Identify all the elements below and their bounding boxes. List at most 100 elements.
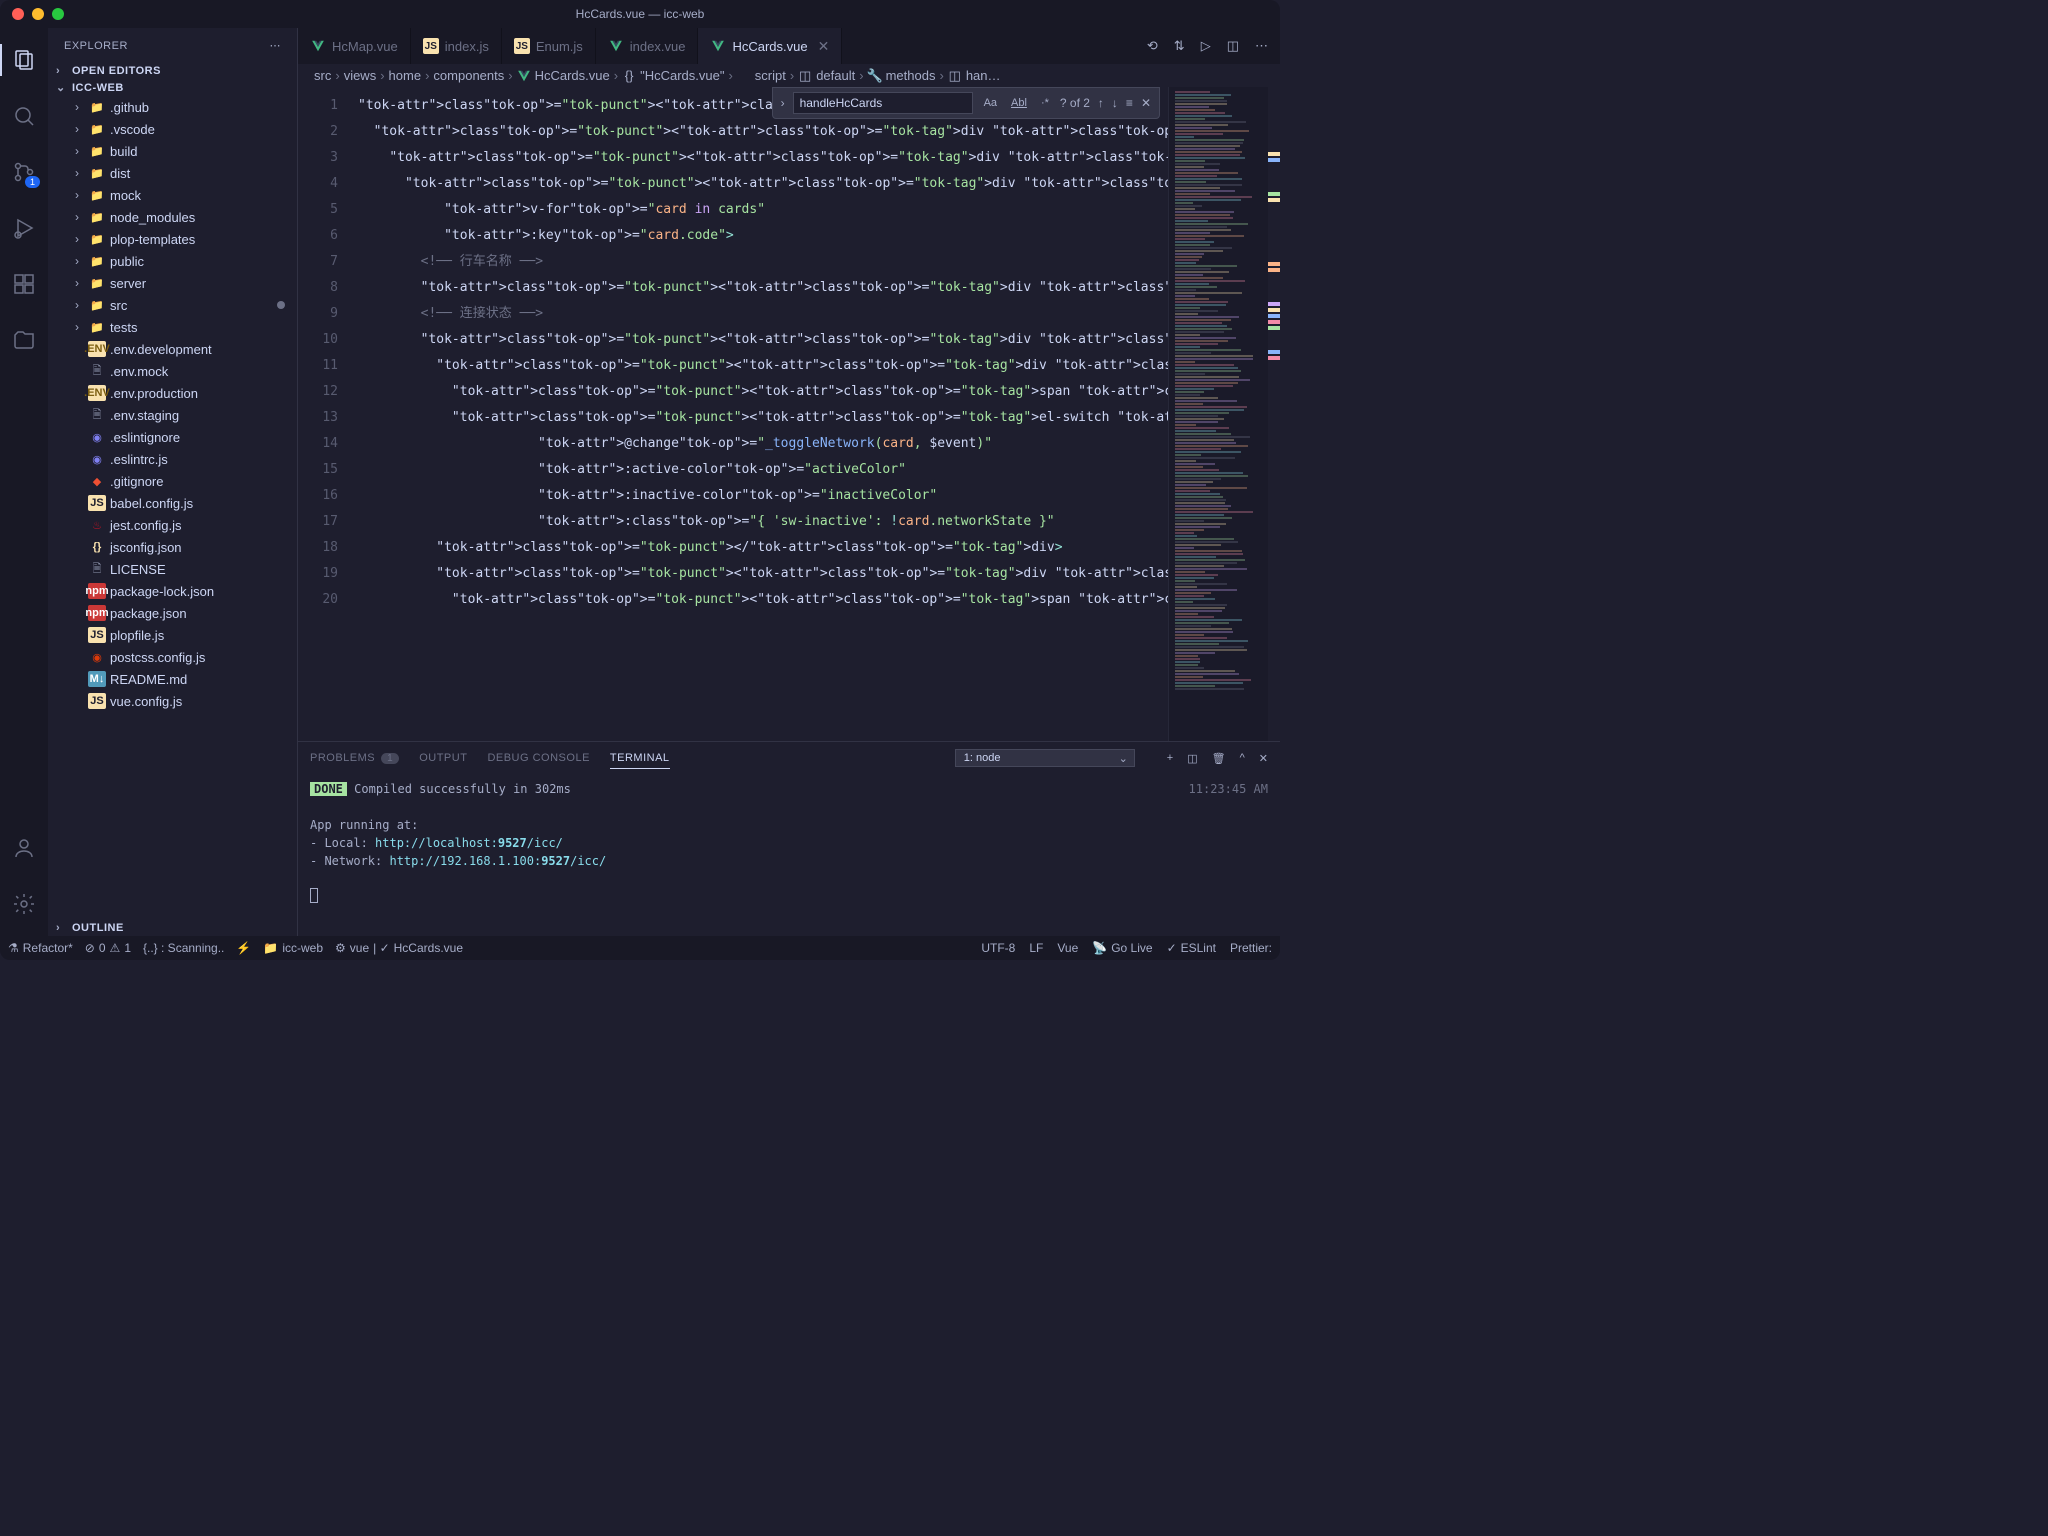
tree-item[interactable]: {}jsconfig.json [48, 536, 297, 558]
tree-item[interactable]: ♨jest.config.js [48, 514, 297, 536]
open-editors-section[interactable]: ›OPEN EDITORS [48, 63, 297, 79]
status-bar: ⚗ Refactor* ⊘ 0 ⚠ 1 {..} : Scanning.. ⚡ … [0, 936, 1280, 960]
window-close-button[interactable] [12, 8, 24, 20]
kill-terminal-icon[interactable]: 🗑 [1212, 752, 1226, 765]
project-icon[interactable] [0, 316, 48, 364]
find-selection-icon[interactable]: ≡ [1126, 96, 1133, 110]
sidebar-more-icon[interactable]: ⋯ [270, 39, 282, 52]
activity-bar: 1 [0, 28, 48, 936]
status-encoding[interactable]: UTF-8 [981, 941, 1015, 955]
tab-close-icon[interactable]: ✕ [818, 38, 830, 55]
tree-item[interactable]: .ENV.env.development [48, 338, 297, 360]
more-actions-icon[interactable]: ⋯ [1255, 38, 1268, 54]
status-refactor[interactable]: ⚗ Refactor* [8, 941, 73, 955]
find-regex-icon[interactable]: ·* [1038, 95, 1052, 111]
debug-console-tab[interactable]: DEBUG CONSOLE [487, 752, 589, 764]
outline-section[interactable]: ›OUTLINE [48, 920, 297, 936]
tree-item[interactable]: ›📁tests [48, 316, 297, 338]
find-word-icon[interactable]: Abl [1008, 95, 1030, 111]
code-content[interactable]: "tok-attr">class"tok-op">="tok-punct"><"… [358, 87, 1168, 741]
problems-tab[interactable]: PROBLEMS1 [310, 752, 399, 764]
status-port[interactable]: ⚡ [236, 941, 251, 955]
status-golive[interactable]: 📡 Go Live [1092, 941, 1152, 955]
tree-item[interactable]: ›📁dist [48, 162, 297, 184]
search-icon[interactable] [0, 92, 48, 140]
terminal-cursor [310, 888, 318, 903]
tree-item[interactable]: ›📁src [48, 294, 297, 316]
tree-item[interactable]: ›📁plop-templates [48, 228, 297, 250]
tree-item[interactable]: ›📁.vscode [48, 118, 297, 140]
status-vue[interactable]: ⚙ vue | ✓ HcCards.vue [335, 941, 463, 955]
account-icon[interactable] [0, 824, 48, 872]
status-prettier[interactable]: Prettier: [1230, 941, 1272, 955]
editor-tab[interactable]: JSEnum.js [502, 28, 596, 64]
editor-tab[interactable]: HcMap.vue [298, 28, 411, 64]
output-tab[interactable]: OUTPUT [419, 752, 467, 764]
find-expand-icon[interactable]: › [781, 96, 785, 110]
tree-item[interactable]: ›📁.github [48, 96, 297, 118]
scm-badge: 1 [25, 176, 40, 188]
status-lang[interactable]: Vue [1057, 941, 1078, 955]
find-close-icon[interactable]: ✕ [1141, 96, 1151, 110]
find-case-icon[interactable]: Aa [981, 95, 1000, 111]
minimap[interactable] [1168, 87, 1268, 741]
tree-item[interactable]: ◉.eslintignore [48, 426, 297, 448]
terminal-select[interactable]: 1: node⌄ [955, 749, 1135, 767]
status-eol[interactable]: LF [1029, 941, 1043, 955]
status-eslint[interactable]: ✓ ESLint [1167, 941, 1216, 955]
find-count: ? of 2 [1060, 96, 1090, 110]
terminal-timestamp: 11:23:45 AM [1189, 780, 1268, 798]
new-terminal-icon[interactable]: + [1167, 752, 1173, 765]
tree-item[interactable]: ◆.gitignore [48, 470, 297, 492]
editor-tab[interactable]: HcCards.vue✕ [698, 28, 842, 64]
tree-item[interactable]: 🗎.env.mock [48, 360, 297, 382]
find-widget: › Aa Abl ·* ? of 2 ↑ ↓ ≡ ✕ [772, 87, 1160, 119]
tree-item[interactable]: JSbabel.config.js [48, 492, 297, 514]
split-terminal-icon[interactable]: ◫ [1187, 752, 1197, 765]
tree-item[interactable]: JSplopfile.js [48, 624, 297, 646]
timeline-icon[interactable]: ⟲ [1147, 38, 1158, 54]
close-panel-icon[interactable]: ✕ [1259, 752, 1268, 765]
project-section[interactable]: ⌄ICC-WEB [48, 79, 297, 96]
tree-item[interactable]: ›📁node_modules [48, 206, 297, 228]
tree-item[interactable]: ›📁build [48, 140, 297, 162]
editor-tab[interactable]: index.vue [596, 28, 699, 64]
terminal-tab[interactable]: TERMINAL [610, 752, 670, 769]
editor-tab[interactable]: JSindex.js [411, 28, 502, 64]
tree-item[interactable]: 🗎.env.staging [48, 404, 297, 426]
status-problems[interactable]: ⊘ 0 ⚠ 1 [85, 941, 131, 955]
editor-tabs: HcMap.vueJSindex.jsJSEnum.jsindex.vueHcC… [298, 28, 1280, 64]
tree-item[interactable]: M↓README.md [48, 668, 297, 690]
tree-item[interactable]: npmpackage.json [48, 602, 297, 624]
minimap-decorations [1268, 87, 1280, 741]
tree-item[interactable]: ›📁public [48, 250, 297, 272]
tree-item[interactable]: ›📁mock [48, 184, 297, 206]
tree-item[interactable]: JSvue.config.js [48, 690, 297, 712]
sidebar-title: EXPLORER [64, 40, 128, 52]
maximize-panel-icon[interactable]: ^ [1240, 752, 1245, 765]
diff-icon[interactable]: ⇅ [1174, 38, 1185, 54]
window-maximize-button[interactable] [52, 8, 64, 20]
tree-item[interactable]: npmpackage-lock.json [48, 580, 297, 602]
tree-item[interactable]: ◉.eslintrc.js [48, 448, 297, 470]
debug-icon[interactable] [0, 204, 48, 252]
find-next-icon[interactable]: ↓ [1112, 96, 1118, 110]
window-minimize-button[interactable] [32, 8, 44, 20]
extensions-icon[interactable] [0, 260, 48, 308]
terminal-content[interactable]: 11:23:45 AM DONE Compiled successfully i… [298, 774, 1280, 936]
scm-icon[interactable]: 1 [0, 148, 48, 196]
tree-item[interactable]: ›📁server [48, 272, 297, 294]
settings-icon[interactable] [0, 880, 48, 928]
find-input[interactable] [793, 92, 973, 114]
tree-item[interactable]: 🗎LICENSE [48, 558, 297, 580]
breadcrumb[interactable]: src›views›home›components›HcCards.vue›{}… [298, 64, 1280, 87]
tree-item[interactable]: ◉postcss.config.js [48, 646, 297, 668]
status-folder[interactable]: 📁 icc-web [263, 941, 323, 955]
sidebar: EXPLORER ⋯ ›OPEN EDITORS ⌄ICC-WEB ›📁.git… [48, 28, 298, 936]
status-scanning[interactable]: {..} : Scanning.. [143, 941, 224, 955]
tree-item[interactable]: .ENV.env.production [48, 382, 297, 404]
find-prev-icon[interactable]: ↑ [1098, 96, 1104, 110]
split-editor-icon[interactable]: ◫ [1227, 38, 1239, 54]
explorer-icon[interactable] [0, 36, 48, 84]
run-icon[interactable]: ▷ [1201, 38, 1211, 54]
